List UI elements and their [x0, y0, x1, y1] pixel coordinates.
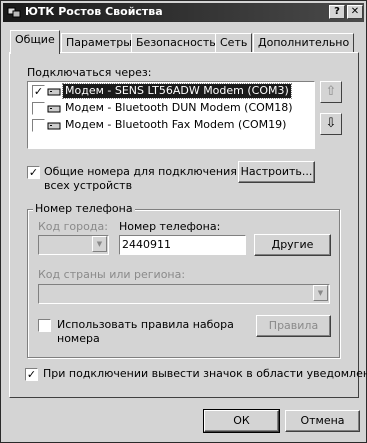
tab-strip: Общие Параметры Безопасность Сеть Дополн…: [1, 29, 367, 54]
notify-checkbox[interactable]: ✓: [25, 368, 38, 381]
device-checkbox[interactable]: [32, 102, 45, 115]
help-button[interactable]: ?: [329, 5, 345, 19]
list-item[interactable]: Модем - Bluetooth DUN Modem (COM18): [30, 100, 293, 117]
tab-network[interactable]: Сеть: [215, 33, 253, 52]
connect-via-label: Подключаться через:: [27, 66, 152, 79]
move-down-button[interactable]: ⇩: [320, 113, 342, 135]
shared-numbers-label-line2: всех устройств: [44, 179, 133, 192]
move-up-button[interactable]: ⇧: [320, 81, 342, 103]
close-button[interactable]: ✕: [347, 5, 363, 19]
device-list[interactable]: ✓ Модем - SENS LT56ADW Modem (COM3) Моде…: [27, 81, 315, 149]
tab-security[interactable]: Безопасность: [131, 33, 221, 52]
chevron-down-icon[interactable]: ▼: [92, 236, 107, 252]
dialing-rules-label-line1: Использовать правила набора: [57, 318, 234, 331]
device-label: Модем - Bluetooth Fax Modem (COM19): [65, 118, 287, 131]
others-button[interactable]: Другие: [254, 234, 331, 256]
tab-general[interactable]: Общие: [10, 30, 60, 54]
phone-number-input[interactable]: 2440911: [119, 235, 246, 255]
network-connection-icon: [7, 7, 21, 18]
country-code-combo[interactable]: [38, 284, 330, 304]
list-item[interactable]: Модем - Bluetooth Fax Modem (COM19): [30, 117, 290, 134]
modem-icon: [47, 105, 61, 113]
device-checkbox[interactable]: ✓: [32, 85, 45, 98]
tab-parameters[interactable]: Параметры: [61, 33, 137, 52]
tab-advanced[interactable]: Дополнительно: [253, 33, 355, 52]
dialing-rules-checkbox[interactable]: [38, 319, 51, 332]
phone-group-title: Номер телефона: [33, 202, 135, 215]
cancel-button[interactable]: Отмена: [285, 410, 360, 432]
device-label: Модем - SENS LT56ADW Modem (COM3): [62, 83, 292, 99]
shared-numbers-checkbox[interactable]: ✓: [27, 166, 40, 179]
country-code-label: Код страны или региона:: [38, 268, 186, 281]
dialing-rules-label-line2: номера: [57, 332, 100, 345]
list-item[interactable]: ✓ Модем - SENS LT56ADW Modem (COM3): [30, 83, 292, 100]
modem-icon: [47, 122, 61, 130]
notify-label: При подключении вывести значок в области…: [43, 367, 367, 380]
configure-button[interactable]: Настроить...: [238, 161, 315, 183]
properties-window: ЮТК Ростов Свойства ? ✕ Общие Параметры …: [0, 0, 367, 443]
device-label: Модем - Bluetooth DUN Modem (COM18): [65, 101, 293, 114]
device-checkbox[interactable]: [32, 119, 45, 132]
modem-icon: [47, 88, 61, 96]
shared-numbers-label-line1: Общие номера для подключения: [44, 165, 237, 178]
area-code-label: Код города:: [38, 220, 108, 233]
chevron-down-icon[interactable]: ▼: [313, 285, 328, 301]
window-title: ЮТК Ростов Свойства: [25, 5, 163, 18]
phone-number-label: Номер телефона:: [119, 220, 221, 233]
ok-button[interactable]: ОК: [203, 409, 280, 433]
rules-button[interactable]: Правила: [256, 315, 331, 337]
title-bar[interactable]: ЮТК Ростов Свойства ? ✕: [3, 3, 364, 22]
